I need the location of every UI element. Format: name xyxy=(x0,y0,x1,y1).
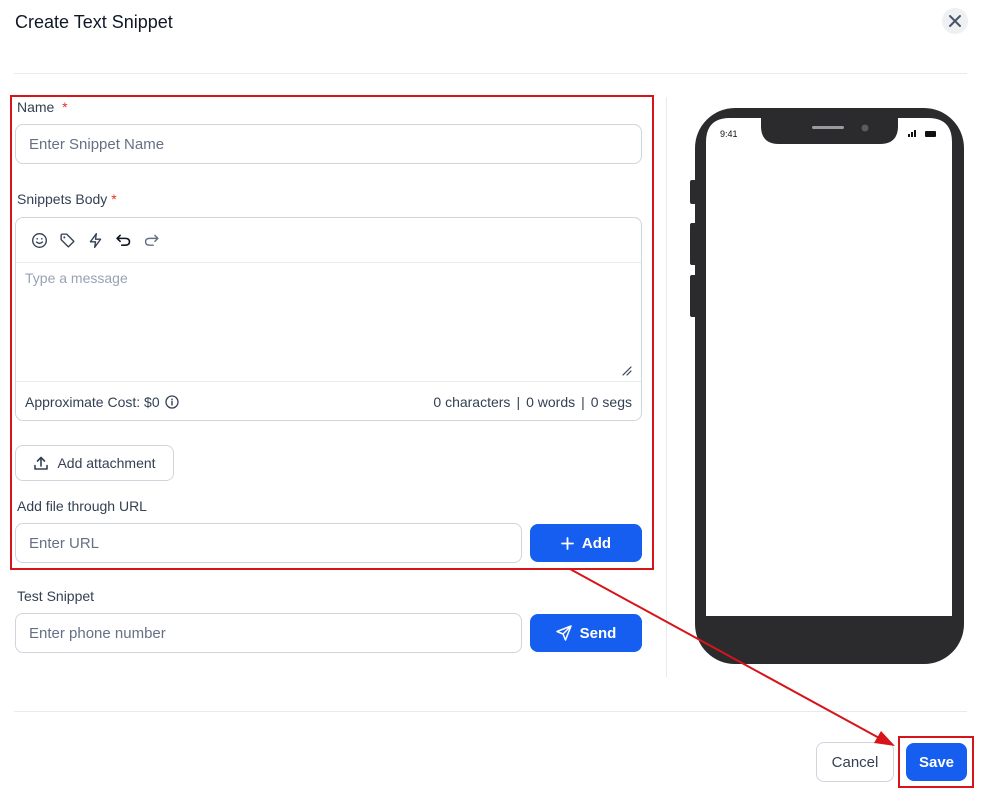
arrow-head-icon xyxy=(874,731,895,746)
annotation-arrow xyxy=(569,568,895,746)
